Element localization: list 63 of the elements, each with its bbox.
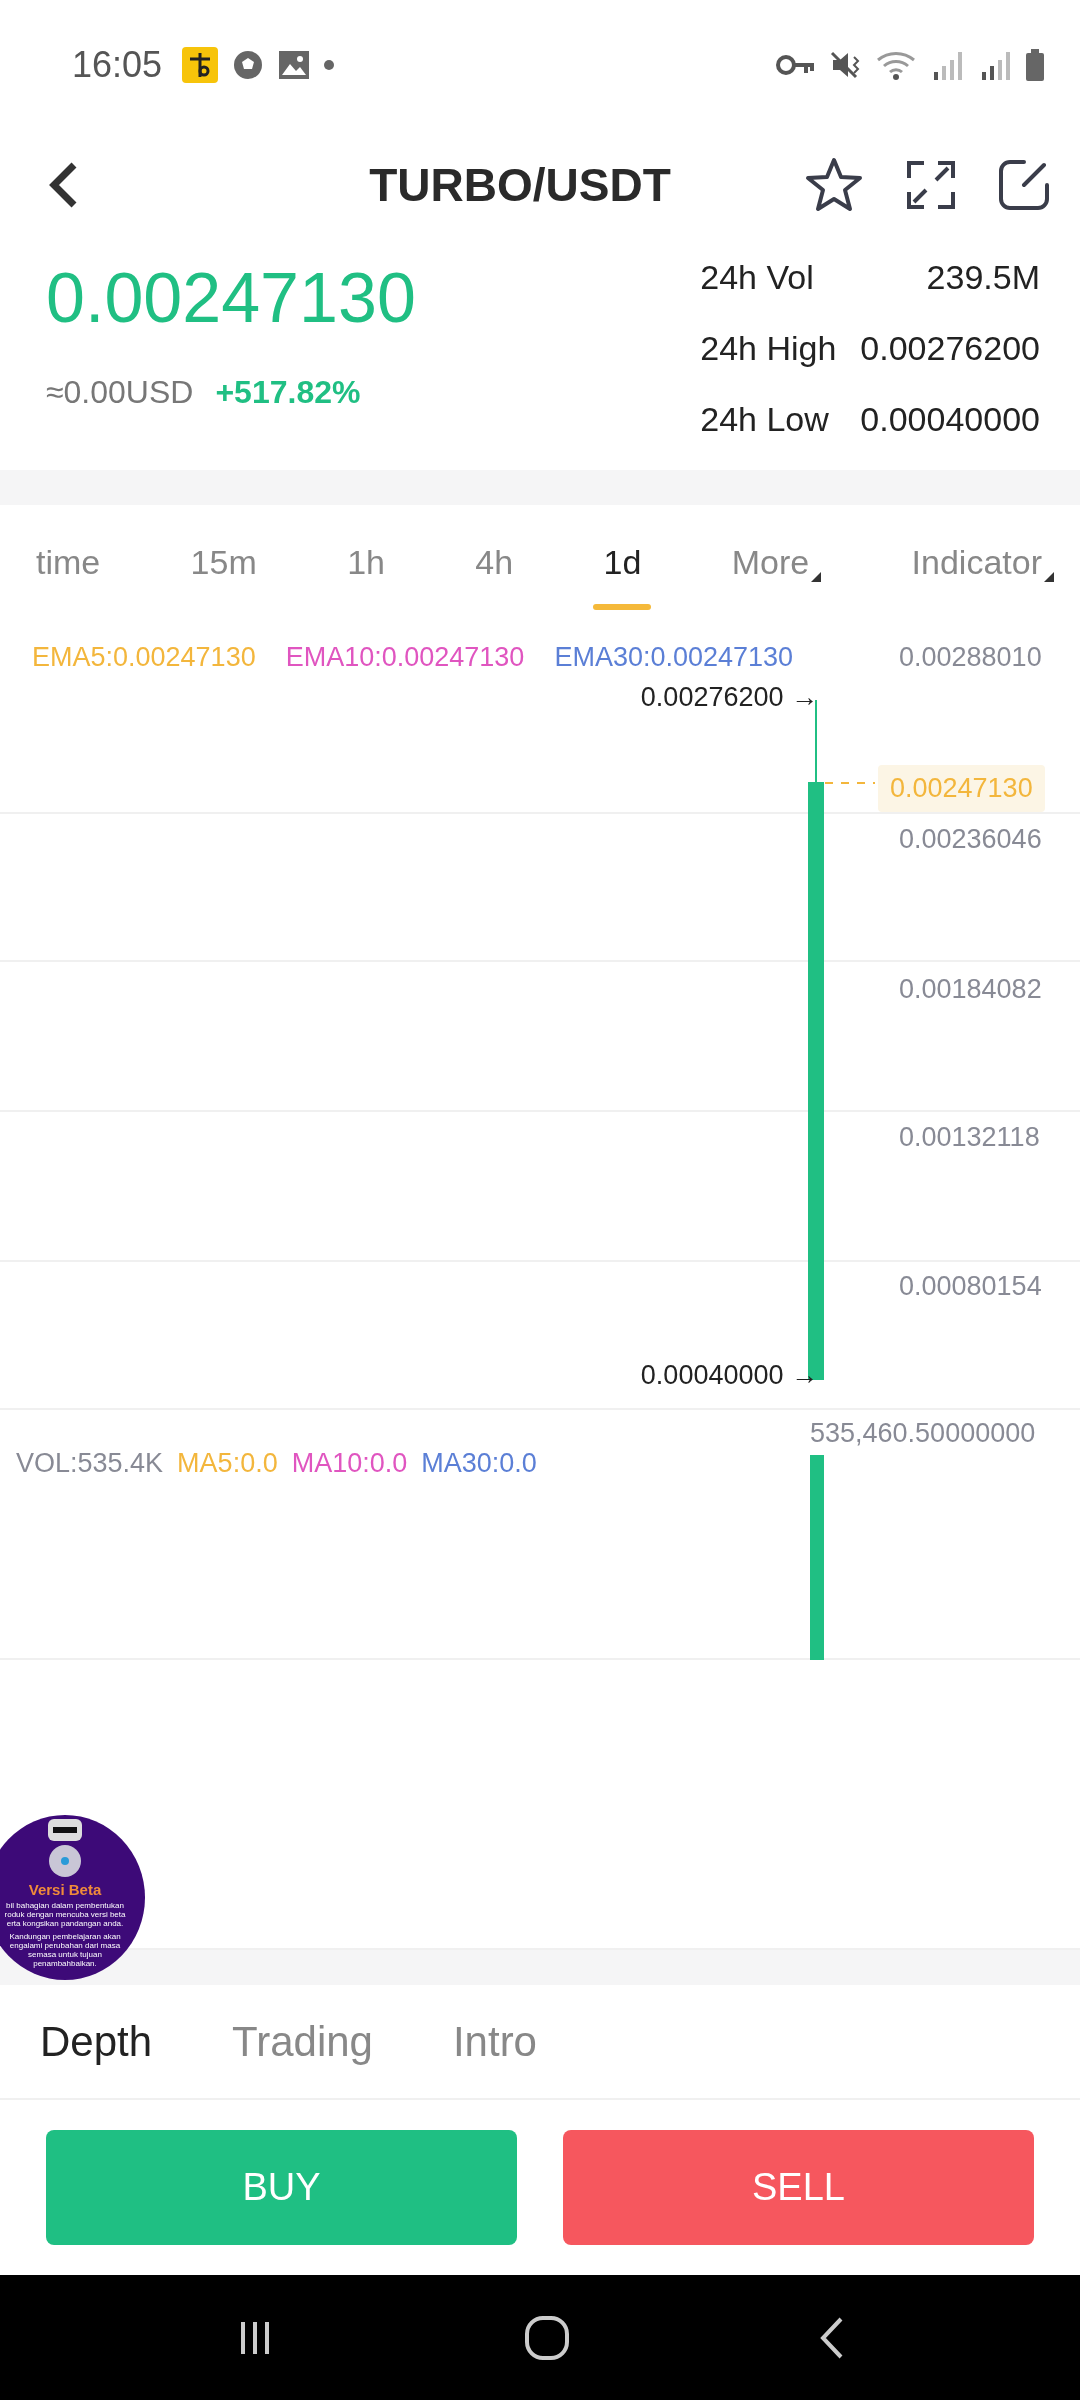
dot-icon [324,60,335,70]
mute-icon [830,49,862,81]
fullscreen-icon[interactable] [906,160,956,210]
indicator-value: EMA30:0.00247130 [554,642,794,673]
high-marker: 0.00276200 → [640,682,818,713]
current-price-label: 0.00247130 [878,765,1045,812]
stat-label: 24h High [700,329,837,368]
section-tab[interactable]: Intro [452,2017,537,2066]
caret-icon [1044,571,1054,582]
bubble-text: semasa untuk tujuan [28,1950,102,1959]
interval-tab[interactable]: 1h [321,505,411,620]
image-icon [278,50,311,80]
interval-tab[interactable]: 15m [164,505,283,620]
indicator-value: VOL:535.4K [16,1448,164,1479]
bubble-text: bil bahagian dalam pembentukan [6,1901,124,1910]
stat-value: 0.00040000 [860,400,1040,439]
pair-title: TURBO/USDT [368,158,672,212]
buy-button[interactable]: BUY [46,2130,517,2245]
indicator-value: MA5:0.0 [177,1448,278,1479]
wifi-icon [876,50,916,80]
axis-label: 0.00132118 [898,1121,1041,1154]
back-icon[interactable] [48,161,78,209]
interval-tab[interactable]: 4h [449,505,540,620]
axis-label: 0.00184082 [898,973,1043,1006]
bubble-text: engalami perubahan dari masa [9,1941,121,1950]
bubble-text: erta kongsikan pandangan anda. [6,1919,124,1928]
indicator-value: EMA10:0.00247130 [285,642,525,673]
low-marker: 0.00040000 → [640,1360,818,1391]
beta-promo-bubble[interactable]: Versi Beta bil bahagian dalam pembentukan roduk dengan mencuba versi beta erta kongsikan pandangan anda. Kandungan pembelajaran akan engalami perubahan dari masa semasa untuk tujuan penambahbaikan. [0,1815,145,1980]
axis-label: 0.00080154 [898,1270,1043,1303]
stat-label: 24h Vol [700,258,815,297]
price-line [825,781,875,785]
stat-value: 239.5M [925,258,1040,297]
stat-value: 0.00276200 [860,329,1040,368]
section-tab[interactable]: Depth [40,2017,153,2066]
bubble-text: penambahbaikan. [33,1959,97,1968]
indicator-value: MA30:0.0 [421,1448,537,1479]
section-tab[interactable]: Trading [232,2017,373,2066]
interval-tab[interactable]: Indicator [885,505,1080,620]
axis-label: 0.00288010 [898,641,1043,674]
fiat-price: ≈0.00USD [46,374,194,411]
caret-icon [811,571,822,582]
stat-label: 24h Low [700,400,830,439]
last-price: 0.00247130 [46,258,416,338]
key-icon [776,54,816,76]
home-icon[interactable] [524,2314,570,2361]
share-icon[interactable] [998,159,1050,211]
price-change: +517.82% [215,374,361,411]
sell-button[interactable]: SELL [563,2130,1034,2245]
interval-tab[interactable]: 1d [577,505,668,620]
soccer-ball-icon [232,49,265,81]
battery-icon [1026,49,1044,81]
interval-tab[interactable]: time [10,505,127,620]
status-time: 16:05 [72,44,163,86]
bubble-text: roduk dengan mencuba versi beta [4,1910,126,1919]
axis-label: 0.00236046 [898,823,1043,856]
indicator-value: EMA5:0.00247130 [32,642,256,673]
bubble-text: Kandungan pembelajaran akan [9,1932,121,1941]
indicator-value: MA10:0.0 [291,1448,408,1479]
interval-tab[interactable]: More [705,505,848,620]
bubble-title: Versi Beta [28,1881,102,1898]
star-icon[interactable] [804,156,864,214]
volume-max-label: 535,460.50000000 [810,1418,1036,1449]
